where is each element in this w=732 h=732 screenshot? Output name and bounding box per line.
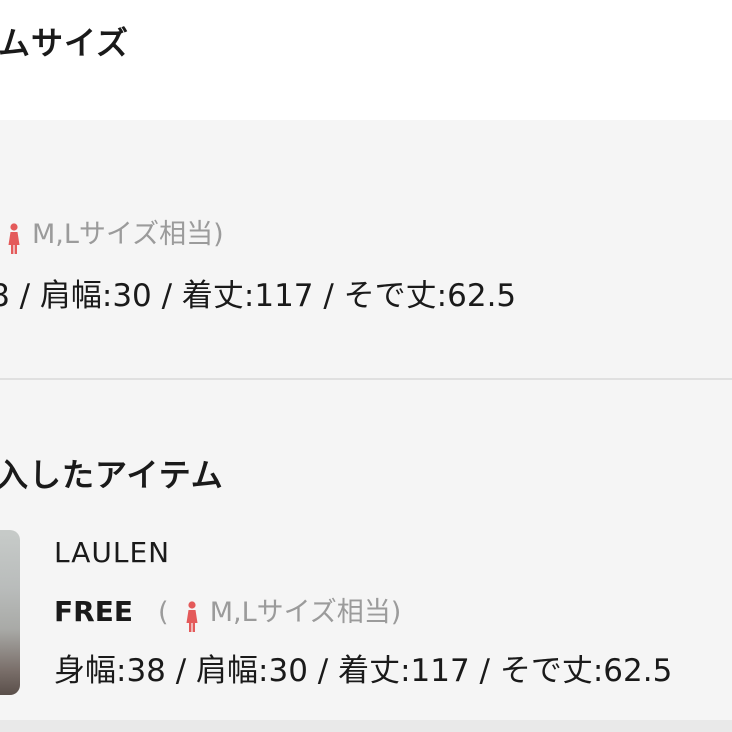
item-measurements: 身幅:38 / 肩幅:30 / 着丈:117 / そで丈:62.5: [54, 653, 673, 689]
size-note-text: M,Lサイズ相当): [32, 219, 224, 250]
size-header-section: ムサイズ: [0, 0, 732, 120]
section-title: ムサイズ: [0, 24, 130, 62]
item-brand[interactable]: LAULEN: [54, 536, 170, 569]
female-person-icon: [8, 222, 20, 254]
item-size: FREE: [54, 595, 133, 628]
female-person-icon: [186, 600, 198, 632]
size-note-open-paren: (: [158, 597, 169, 628]
item-size-note: M,Lサイズ相当): [209, 597, 402, 628]
current-item-measurements: 8 / 肩幅:30 / 着丈:117 / そで丈:62.5: [0, 278, 517, 314]
item-size-row: FREE ( M,Lサイズ相当): [54, 590, 401, 633]
purchased-items-title: 入したアイテム: [0, 456, 224, 494]
size-equivalent-note: M,Lサイズ相当): [6, 212, 224, 255]
item-thumbnail[interactable]: [0, 530, 20, 695]
bottom-divider: [0, 720, 732, 732]
